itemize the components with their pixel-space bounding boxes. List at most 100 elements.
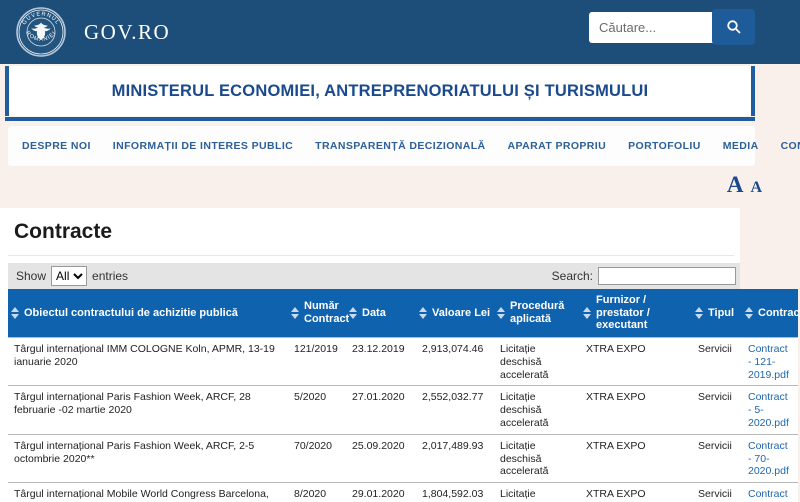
search-input[interactable]	[589, 11, 714, 43]
nav-item[interactable]: PORTOFOLIU	[628, 140, 701, 152]
cell-procedura: Licitație deschisă accelerată	[494, 433, 580, 483]
title-divider	[8, 255, 734, 256]
show-label: Show	[16, 269, 47, 283]
cell-furnizor: XTRA EXPO	[580, 336, 692, 386]
nav-item[interactable]: DESPRE NOI	[22, 140, 91, 152]
table-controls: Show All entries Search:	[8, 263, 740, 289]
brand-logo[interactable]: GOV.RO	[84, 0, 170, 64]
cell-numar-contract: 70/2020	[288, 433, 346, 483]
table-header-row: Obiectul contractului de achizitie publi…	[8, 289, 800, 338]
column-header-label: Tipul	[708, 306, 735, 319]
font-resize-strip: A A	[0, 166, 800, 208]
cell-data: 23.12.2019	[346, 336, 416, 386]
sort-icon[interactable]	[695, 306, 703, 319]
banner-divider	[5, 117, 755, 121]
cell-furnizor: XTRA EXPO	[580, 433, 692, 483]
cell-valoare-lei: 2,017,489.93	[416, 433, 494, 483]
cell-numar-contract: 8/2020	[288, 482, 346, 502]
sort-icon[interactable]	[497, 306, 505, 319]
cell-obiect: Târgul internațional Paris Fashion Week,…	[8, 385, 288, 435]
column-header[interactable]: Tipul	[692, 289, 742, 338]
column-header[interactable]: Obiectul contractului de achizitie publi…	[8, 289, 288, 338]
column-header-label: Furnizor / prestator / executant	[596, 294, 650, 332]
cell-data: 27.01.2020	[346, 385, 416, 435]
search-icon	[726, 20, 741, 34]
table-row: Târgul internațional Paris Fashion Week,…	[8, 433, 798, 483]
column-header-label: Obiectul contractului de achizitie publi…	[24, 306, 238, 319]
entries-label: entries	[92, 269, 129, 283]
sort-icon[interactable]	[349, 306, 357, 319]
sort-icon[interactable]	[11, 306, 19, 319]
header-search	[589, 9, 755, 45]
font-resize-controls: A A	[727, 172, 762, 198]
column-header[interactable]: Valoare Lei	[416, 289, 494, 338]
column-header[interactable]: Contract	[742, 289, 800, 338]
search-button[interactable]	[712, 9, 755, 45]
table-search-label: Search:	[551, 269, 593, 283]
font-increase-button[interactable]: A	[727, 172, 744, 198]
cell-obiect: Târgul internațional Paris Fashion Week,…	[8, 433, 288, 483]
cell-contract: Contract - 70-2020.pdf	[742, 433, 798, 483]
contracts-table: Obiectul contractului de achizitie publi…	[8, 289, 800, 502]
nav-item[interactable]: TRANSPARENȚĂ DECIZIONALĂ	[315, 140, 485, 152]
cell-furnizor: XTRA EXPO	[580, 385, 692, 435]
cell-numar-contract: 121/2019	[288, 336, 346, 386]
nav-item[interactable]: APARAT PROPRIU	[508, 140, 607, 152]
nav-item[interactable]: MEDIA	[723, 140, 759, 152]
government-seal: GUVERNUL ROMÂNIEI	[16, 7, 66, 57]
cell-contract: Contract - 5-2020.pdf	[742, 385, 798, 435]
nav-item[interactable]: INFORMAȚII DE INTERES PUBLIC	[113, 140, 293, 152]
cell-data: 25.09.2020	[346, 433, 416, 483]
main-nav: DESPRE NOI INFORMAȚII DE INTERES PUBLIC …	[8, 126, 800, 166]
cell-tipul: Servicii	[692, 385, 742, 435]
table-search: Search:	[552, 267, 736, 285]
column-header[interactable]: Data	[346, 289, 416, 338]
table-row: Târgul internațional Mobile World Congre…	[8, 482, 798, 502]
cell-contract: Contract - 121-2019.pdf	[742, 336, 798, 386]
cell-obiect: Târgul internațional IMM COLOGNE Koln, A…	[8, 336, 288, 386]
sort-icon[interactable]	[583, 306, 591, 319]
cell-valoare-lei: 2,913,074.46	[416, 336, 494, 386]
column-header-label: Contract	[758, 306, 800, 319]
site-header: GUVERNUL ROMÂNIEI GOV.RO	[0, 0, 800, 64]
column-header-label: Data	[362, 306, 386, 319]
cell-procedura: Licitație deschisă accelerată	[494, 336, 580, 386]
cell-tipul: Servicii	[692, 482, 742, 502]
column-header[interactable]: Procedură aplicată	[494, 289, 580, 338]
cell-tipul: Servicii	[692, 336, 742, 386]
sort-icon[interactable]	[291, 306, 299, 319]
contract-pdf-link[interactable]: Contract - 70-2020.pdf	[748, 440, 789, 478]
ministry-title: MINISTERUL ECONOMIEI, ANTREPRENORIATULUI…	[111, 81, 649, 100]
table-row: Târgul internațional IMM COLOGNE Koln, A…	[8, 336, 798, 386]
page-title: Contracte	[14, 220, 113, 243]
contract-pdf-link[interactable]: Contract - 8-2020.pdf	[748, 488, 789, 502]
contract-pdf-link[interactable]: Contract - 121-2019.pdf	[748, 343, 789, 381]
cell-numar-contract: 5/2020	[288, 385, 346, 435]
show-entries: Show All entries	[16, 266, 128, 286]
table-search-input[interactable]	[598, 267, 736, 285]
cell-procedura: Licitație deschisă accelerată	[494, 385, 580, 435]
ministry-banner: MINISTERUL ECONOMIEI, ANTREPRENORIATULUI…	[5, 66, 755, 116]
content-area: Contracte Show All entries Search: Obiec…	[0, 208, 800, 502]
cell-contract: Contract - 8-2020.pdf	[742, 482, 798, 502]
column-header-label: Număr Contract	[304, 300, 350, 325]
cell-valoare-lei: 1,804,592.03	[416, 482, 494, 502]
cell-data: 29.01.2020	[346, 482, 416, 502]
column-header-label: Valoare Lei	[432, 306, 491, 319]
cell-obiect: Târgul internațional Mobile World Congre…	[8, 482, 288, 502]
entries-select[interactable]: All	[51, 266, 88, 286]
table-row: Târgul internațional Paris Fashion Week,…	[8, 385, 798, 435]
column-header-label: Procedură aplicată	[510, 300, 565, 325]
cell-furnizor: XTRA EXPO	[580, 482, 692, 502]
cell-valoare-lei: 2,552,032.77	[416, 385, 494, 435]
cell-procedura: Licitație deschisă accelerată	[494, 482, 580, 502]
column-header[interactable]: Număr Contract	[288, 289, 350, 338]
nav-items: DESPRE NOI INFORMAȚII DE INTERES PUBLIC …	[22, 140, 800, 152]
sort-icon[interactable]	[745, 306, 753, 319]
column-header[interactable]: Furnizor / prestator / executant	[580, 289, 692, 338]
font-decrease-button[interactable]: A	[750, 179, 762, 197]
nav-item[interactable]: CONTACT	[781, 140, 800, 152]
contract-pdf-link[interactable]: Contract - 5-2020.pdf	[748, 391, 789, 429]
cell-tipul: Servicii	[692, 433, 742, 483]
sort-icon[interactable]	[419, 306, 427, 319]
